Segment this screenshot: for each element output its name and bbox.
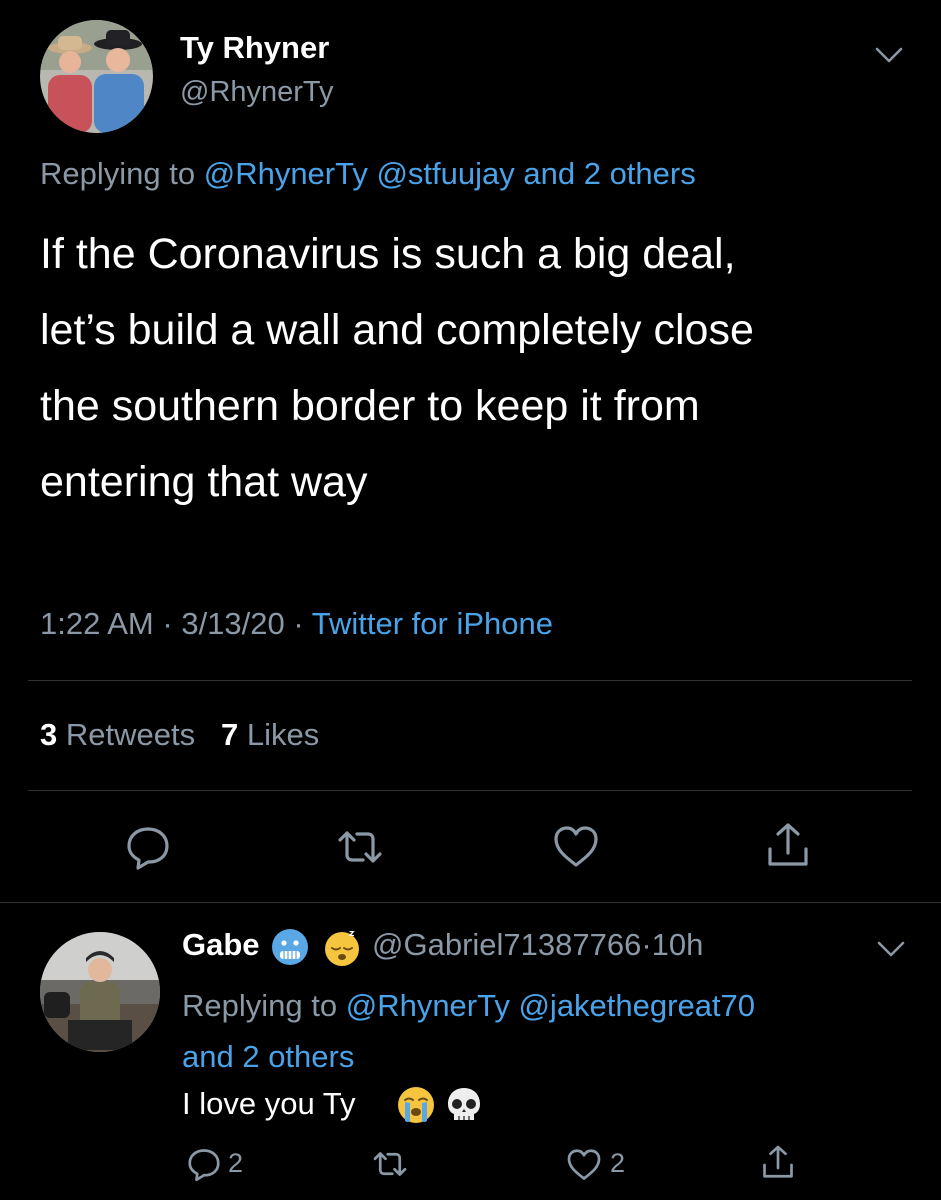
svg-text:z: z: [354, 927, 358, 934]
retweets-label: Retweets: [65, 717, 196, 752]
replying-to: Replying to @RhynerTy @jakethegreat70 an…: [182, 980, 882, 1082]
retweet-icon[interactable]: [336, 823, 384, 871]
meta-separator: ·: [641, 927, 652, 962]
reply-icon[interactable]: [186, 1146, 222, 1182]
likes-count: 7: [220, 717, 239, 752]
retweets-count: 3: [40, 717, 58, 752]
tweet-stats: 3 Retweets 7 Likes: [40, 717, 319, 753]
chevron-down-icon[interactable]: [876, 940, 906, 958]
meta-separator: ·: [293, 606, 304, 641]
sleeping-face-emoji: z z: [325, 927, 359, 966]
skull-emoji: [448, 1088, 480, 1120]
user-handle[interactable]: @Gabriel71387766: [372, 927, 641, 962]
reply-handle-line: @Gabriel71387766·10h: [372, 927, 703, 963]
display-name[interactable]: Gabe: [182, 927, 260, 963]
tweet-text: I love you Ty: [182, 1086, 355, 1122]
time-ago: 10h: [651, 927, 704, 962]
replying-mentions[interactable]: @RhynerTy @jakethegreat70: [346, 988, 755, 1023]
crying-face-emoji: [398, 1087, 434, 1123]
meta-separator: ·: [162, 606, 173, 641]
replying-to: Replying to @RhynerTy @stfuujay and 2 ot…: [40, 156, 696, 192]
retweets-stat[interactable]: 3 Retweets: [40, 717, 204, 752]
divider: [0, 902, 941, 903]
retweet-icon[interactable]: [372, 1146, 408, 1182]
tweet-text: If the Coronavirus is such a big deal, l…: [40, 230, 754, 506]
like-icon[interactable]: [566, 1147, 602, 1183]
display-name[interactable]: Ty Rhyner: [180, 30, 329, 66]
tweet-time: 1:22 AM: [40, 606, 154, 641]
tweet-source-link[interactable]: Twitter for iPhone: [312, 606, 553, 641]
divider: [28, 680, 912, 681]
likes-label: Likes: [246, 717, 320, 752]
reply-text-content: I love you Ty: [182, 1086, 356, 1121]
reply-count: 2: [228, 1148, 244, 1178]
reply-icon[interactable]: [124, 823, 172, 871]
cold-face-emoji: [272, 929, 308, 965]
avatar[interactable]: [40, 20, 153, 133]
divider: [28, 790, 912, 791]
replying-prefix: Replying to: [40, 156, 196, 191]
user-handle[interactable]: @RhynerTy: [180, 76, 334, 109]
tweet-meta: 1:22 AM · 3/13/20 · Twitter for iPhone: [40, 606, 553, 642]
chevron-down-icon[interactable]: [874, 46, 904, 64]
like-icon[interactable]: [552, 823, 600, 871]
likes-stat[interactable]: 7 Likes: [221, 717, 319, 752]
avatar-image: [40, 932, 160, 1052]
replying-others[interactable]: and 2 others: [182, 1039, 354, 1074]
replying-prefix: Replying to: [182, 988, 338, 1023]
avatar[interactable]: [40, 932, 160, 1052]
replying-mentions[interactable]: @RhynerTy @stfuujay and 2 others: [204, 156, 696, 191]
like-count: 2: [610, 1148, 626, 1178]
share-icon[interactable]: [764, 821, 812, 869]
avatar-image: [40, 20, 153, 133]
tweet-date: 3/13/20: [181, 606, 285, 641]
share-icon[interactable]: [760, 1144, 796, 1180]
